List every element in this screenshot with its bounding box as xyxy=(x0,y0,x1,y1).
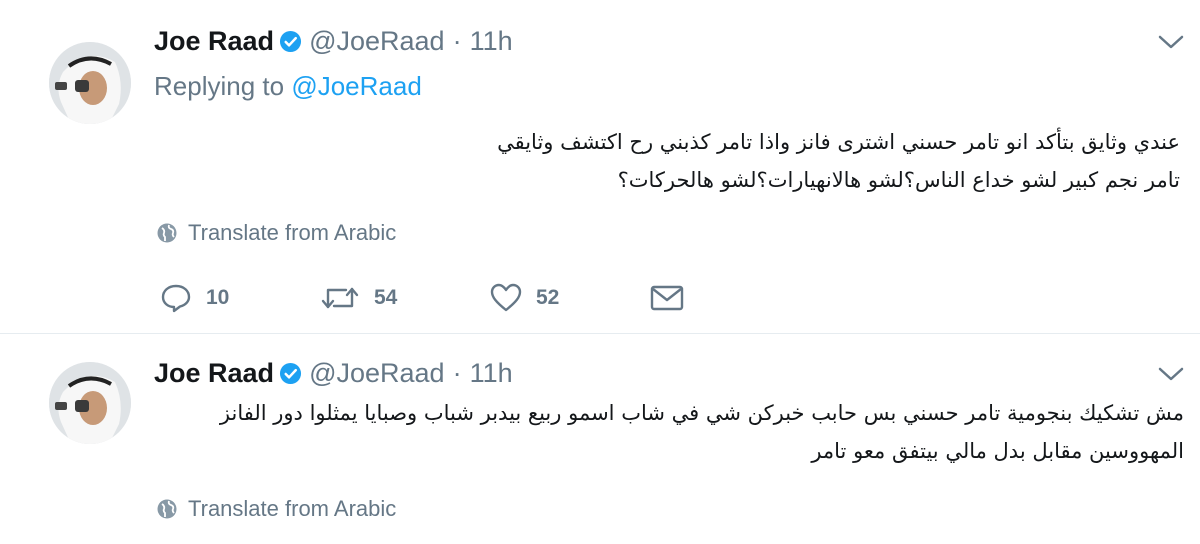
replying-handle-link[interactable]: @JoeRaad xyxy=(291,71,421,101)
separator-dot: · xyxy=(452,357,462,388)
verified-badge-icon xyxy=(280,362,302,384)
tweet-text-line: تامر نجم كبير لشو خداع الناس؟لشو هالانهي… xyxy=(617,168,1180,192)
retweet-button[interactable]: 54 xyxy=(320,282,397,314)
tweet-text-line: المهووسين مقابل بدل مالي بيتفق معو تامر xyxy=(811,439,1184,463)
heart-icon xyxy=(490,283,522,312)
verified-badge-icon xyxy=(280,30,302,52)
timestamp[interactable]: 11h xyxy=(470,358,513,389)
retweet-icon xyxy=(321,287,359,309)
tweet-header: Joe Raad @JoeRaad · 11h xyxy=(154,24,513,58)
avatar[interactable] xyxy=(49,362,131,444)
avatar[interactable] xyxy=(49,42,131,124)
display-name[interactable]: Joe Raad xyxy=(154,26,274,57)
translate-label: Translate from Arabic xyxy=(188,496,397,521)
tweet[interactable]: Joe Raad @JoeRaad · 11h مش تشكيك بنجومية… xyxy=(0,334,1200,544)
reply-count: 10 xyxy=(206,286,230,309)
timestamp[interactable]: 11h xyxy=(470,26,513,57)
translate-label: Translate from Arabic xyxy=(188,220,397,245)
separator-dot: · xyxy=(452,25,462,56)
reply-bubble-icon xyxy=(161,284,191,313)
like-count: 52 xyxy=(536,286,560,309)
translate-link[interactable]: Translate from Arabic xyxy=(156,220,396,246)
tweet-header: Joe Raad @JoeRaad · 11h xyxy=(154,356,513,390)
globe-icon xyxy=(157,223,177,243)
chevron-down-icon[interactable] xyxy=(1156,32,1186,52)
globe-icon xyxy=(157,499,177,519)
like-button[interactable]: 52 xyxy=(490,282,559,314)
tweet[interactable]: Joe Raad @JoeRaad · 11h Replying to @Joe… xyxy=(0,0,1200,333)
envelope-icon xyxy=(650,285,684,311)
user-handle[interactable]: @JoeRaad xyxy=(309,26,445,57)
display-name[interactable]: Joe Raad xyxy=(154,358,274,389)
user-handle[interactable]: @JoeRaad xyxy=(309,358,445,389)
retweet-count: 54 xyxy=(374,286,398,309)
tweet-text-line: عندي وثايق بتأكد انو تامر حسني اشترى فان… xyxy=(497,130,1180,154)
tweet-text: عندي وثايق بتأكد انو تامر حسني اشترى فان… xyxy=(497,123,1180,199)
chevron-down-icon[interactable] xyxy=(1156,364,1186,384)
replying-label: Replying to xyxy=(154,71,285,101)
replying-to: Replying to @JoeRaad xyxy=(154,71,422,102)
translate-link[interactable]: Translate from Arabic xyxy=(156,496,396,522)
tweet-text-line: مش تشكيك بنجومية تامر حسني بس حابب خبركن… xyxy=(219,401,1184,425)
reply-button[interactable]: 10 xyxy=(160,282,229,314)
tweet-text: مش تشكيك بنجومية تامر حسني بس حابب خبركن… xyxy=(220,394,1184,470)
direct-message-button[interactable] xyxy=(650,282,684,314)
